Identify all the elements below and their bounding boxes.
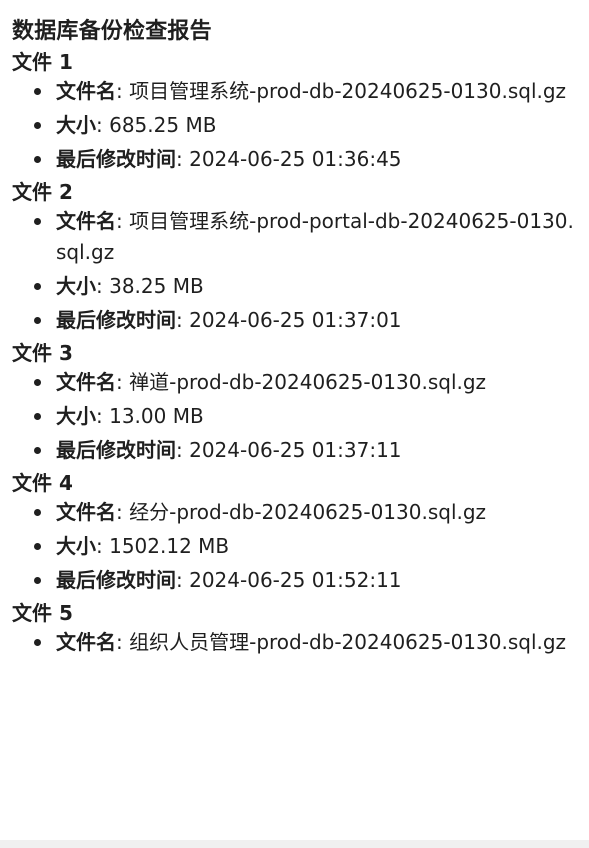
- file-size-label: 大小: [56, 404, 96, 428]
- file-property-list: 文件名: 组织人员管理-prod-db-20240625-0130.sql.gz: [12, 627, 581, 658]
- label-separator: :: [96, 404, 110, 428]
- label-separator: :: [116, 630, 130, 654]
- file-property-list: 文件名: 项目管理系统-prod-portal-db-20240625-0130…: [12, 206, 581, 336]
- file-name-item: 文件名: 项目管理系统-prod-portal-db-20240625-0130…: [34, 206, 581, 268]
- file-mtime-item: 最后修改时间: 2024-06-25 01:36:45: [34, 144, 581, 175]
- file-property-list: 文件名: 项目管理系统-prod-db-20240625-0130.sql.gz…: [12, 76, 581, 175]
- bottom-scroll-edge: [0, 840, 589, 848]
- file-name-item: 文件名: 禅道-prod-db-20240625-0130.sql.gz: [34, 367, 581, 398]
- file-mtime-value: 2024-06-25 01:37:11: [189, 438, 402, 462]
- file-name-value: 项目管理系统-prod-portal-db-20240625-0130.sql.…: [56, 209, 574, 264]
- report-title: 数据库备份检查报告: [12, 19, 212, 44]
- file-block-1: 文件 1 文件名: 项目管理系统-prod-db-20240625-0130.s…: [12, 48, 581, 175]
- file-heading: 文件 5: [12, 601, 73, 625]
- label-separator: :: [96, 274, 110, 298]
- file-size-label: 大小: [56, 534, 96, 558]
- file-size-label: 大小: [56, 274, 96, 298]
- label-separator: :: [116, 79, 130, 103]
- file-size-item: 大小: 13.00 MB: [34, 401, 581, 432]
- file-size-item: 大小: 685.25 MB: [34, 110, 581, 141]
- file-size-value: 685.25 MB: [109, 113, 217, 137]
- file-mtime-label: 最后修改时间: [56, 438, 176, 462]
- file-size-label: 大小: [56, 113, 96, 137]
- file-mtime-label: 最后修改时间: [56, 308, 176, 332]
- file-mtime-label: 最后修改时间: [56, 147, 176, 171]
- label-separator: :: [116, 370, 130, 394]
- file-name-value: 组织人员管理-prod-db-20240625-0130.sql.gz: [129, 630, 567, 654]
- file-block-3: 文件 3 文件名: 禅道-prod-db-20240625-0130.sql.g…: [12, 339, 581, 466]
- file-mtime-item: 最后修改时间: 2024-06-25 01:37:11: [34, 435, 581, 466]
- label-separator: :: [96, 534, 110, 558]
- file-name-item: 文件名: 项目管理系统-prod-db-20240625-0130.sql.gz: [34, 76, 581, 107]
- file-size-value: 13.00 MB: [109, 404, 204, 428]
- file-name-label: 文件名: [56, 630, 116, 654]
- file-name-item: 文件名: 经分-prod-db-20240625-0130.sql.gz: [34, 497, 581, 528]
- file-size-item: 大小: 1502.12 MB: [34, 531, 581, 562]
- file-block-5: 文件 5 文件名: 组织人员管理-prod-db-20240625-0130.s…: [12, 599, 581, 658]
- label-separator: :: [176, 568, 190, 592]
- file-size-value: 38.25 MB: [109, 274, 204, 298]
- label-separator: :: [96, 113, 110, 137]
- label-separator: :: [176, 308, 190, 332]
- file-block-2: 文件 2 文件名: 项目管理系统-prod-portal-db-20240625…: [12, 178, 581, 336]
- file-name-label: 文件名: [56, 500, 116, 524]
- file-mtime-value: 2024-06-25 01:37:01: [189, 308, 402, 332]
- file-name-value: 禅道-prod-db-20240625-0130.sql.gz: [129, 370, 487, 394]
- file-heading: 文件 3: [12, 341, 73, 365]
- file-name-label: 文件名: [56, 209, 116, 233]
- file-name-label: 文件名: [56, 370, 116, 394]
- file-property-list: 文件名: 经分-prod-db-20240625-0130.sql.gz 大小:…: [12, 497, 581, 596]
- file-block-4: 文件 4 文件名: 经分-prod-db-20240625-0130.sql.g…: [12, 469, 581, 596]
- file-size-item: 大小: 38.25 MB: [34, 271, 581, 302]
- file-name-item: 文件名: 组织人员管理-prod-db-20240625-0130.sql.gz: [34, 627, 581, 658]
- label-separator: :: [176, 147, 190, 171]
- file-mtime-label: 最后修改时间: [56, 568, 176, 592]
- label-separator: :: [116, 500, 130, 524]
- file-mtime-item: 最后修改时间: 2024-06-25 01:52:11: [34, 565, 581, 596]
- file-heading: 文件 2: [12, 180, 73, 204]
- file-mtime-value: 2024-06-25 01:52:11: [189, 568, 402, 592]
- file-size-value: 1502.12 MB: [109, 534, 230, 558]
- file-property-list: 文件名: 禅道-prod-db-20240625-0130.sql.gz 大小:…: [12, 367, 581, 466]
- file-name-value: 经分-prod-db-20240625-0130.sql.gz: [129, 500, 487, 524]
- file-name-label: 文件名: [56, 79, 116, 103]
- file-mtime-value: 2024-06-25 01:36:45: [189, 147, 402, 171]
- label-separator: :: [176, 438, 190, 462]
- label-separator: :: [116, 209, 130, 233]
- file-heading: 文件 1: [12, 50, 73, 74]
- file-name-value: 项目管理系统-prod-db-20240625-0130.sql.gz: [129, 79, 567, 103]
- file-mtime-item: 最后修改时间: 2024-06-25 01:37:01: [34, 305, 581, 336]
- file-heading: 文件 4: [12, 471, 73, 495]
- report-content: 数据库备份检查报告 文件 1 文件名: 项目管理系统-prod-db-20240…: [12, 16, 581, 661]
